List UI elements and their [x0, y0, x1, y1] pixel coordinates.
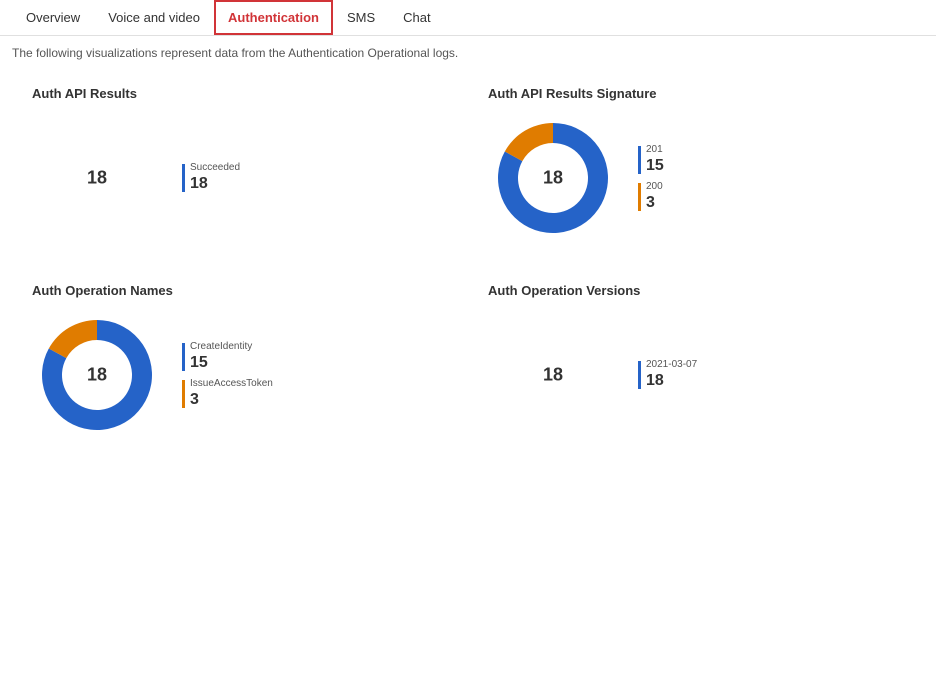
donut-auth-operation-names: 18 — [32, 310, 162, 440]
legend-label: IssueAccessToken — [190, 378, 273, 390]
donut-auth-api-results-signature: 18 — [488, 113, 618, 243]
legend-label: 201 — [646, 144, 664, 156]
legend-value: 18 — [190, 174, 240, 193]
donut-center-value: 18 — [87, 168, 107, 189]
legend-label: 200 — [646, 181, 663, 193]
tab-authentication[interactable]: Authentication — [214, 0, 333, 35]
chart-title-auth-operation-names: Auth Operation Names — [32, 283, 448, 298]
chart-auth-api-results-signature: Auth API Results Signature 18 20115 2003 — [468, 76, 924, 273]
tab-chat[interactable]: Chat — [389, 0, 444, 35]
chart-title-auth-operation-versions: Auth Operation Versions — [488, 283, 904, 298]
nav-tabs: OverviewVoice and videoAuthenticationSMS… — [0, 0, 936, 36]
chart-title-auth-api-results: Auth API Results — [32, 86, 448, 101]
legend-auth-operation-names: CreateIdentity15 IssueAccessToken3 — [182, 341, 273, 409]
legend-item: 20115 — [638, 144, 664, 175]
chart-auth-operation-names: Auth Operation Names 18 CreateIdentity15 Is… — [12, 273, 468, 470]
legend-item: CreateIdentity15 — [182, 341, 273, 372]
legend-value: 15 — [646, 156, 664, 175]
tab-overview[interactable]: Overview — [12, 0, 94, 35]
legend-bar — [638, 361, 641, 389]
chart-auth-operation-versions: Auth Operation Versions182021-03-0718 — [468, 273, 924, 470]
legend-item: 2003 — [638, 181, 664, 212]
legend-value: 3 — [646, 193, 663, 212]
donut-auth-operation-versions: 18 — [488, 310, 618, 440]
legend-auth-api-results: Succeeded18 — [182, 162, 240, 193]
donut-center-value: 18 — [543, 365, 563, 386]
tab-voice-video[interactable]: Voice and video — [94, 0, 214, 35]
legend-value: 18 — [646, 371, 697, 390]
page-description: The following visualizations represent d… — [0, 36, 936, 76]
legend-bar — [182, 164, 185, 192]
legend-bar — [638, 183, 641, 211]
legend-bar — [638, 146, 641, 174]
donut-center-value: 18 — [543, 168, 563, 189]
legend-label: CreateIdentity — [190, 341, 252, 353]
legend-item: 2021-03-0718 — [638, 359, 697, 390]
legend-value: 15 — [190, 353, 252, 372]
donut-auth-api-results: 18 — [32, 113, 162, 243]
donut-center-value: 18 — [87, 365, 107, 386]
legend-item: Succeeded18 — [182, 162, 240, 193]
legend-label: Succeeded — [190, 162, 240, 174]
chart-title-auth-api-results-signature: Auth API Results Signature — [488, 86, 904, 101]
legend-auth-operation-versions: 2021-03-0718 — [638, 359, 697, 390]
legend-label: 2021-03-07 — [646, 359, 697, 371]
legend-value: 3 — [190, 390, 273, 409]
tab-sms[interactable]: SMS — [333, 0, 389, 35]
legend-item: IssueAccessToken3 — [182, 378, 273, 409]
charts-grid: Auth API Results18Succeeded18Auth API Re… — [0, 76, 936, 470]
legend-bar — [182, 343, 185, 371]
legend-bar — [182, 380, 185, 408]
chart-auth-api-results: Auth API Results18Succeeded18 — [12, 76, 468, 273]
legend-auth-api-results-signature: 20115 2003 — [638, 144, 664, 212]
